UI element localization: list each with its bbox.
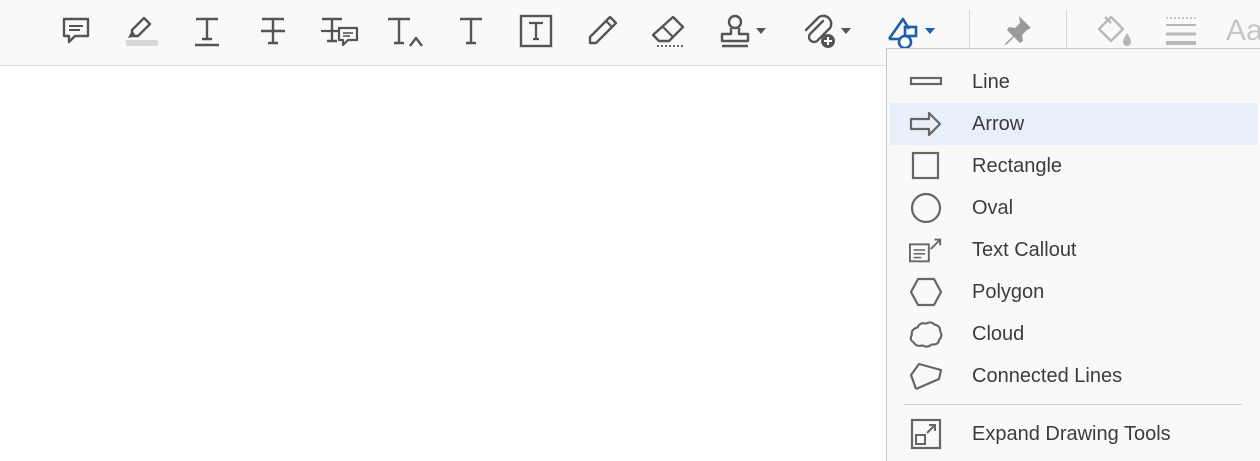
menu-item-oval[interactable]: Oval — [890, 187, 1258, 229]
menu-item-cloud[interactable]: Cloud — [890, 313, 1258, 355]
chevron-down-icon — [756, 28, 766, 34]
menu-item-label: Oval — [972, 196, 1014, 219]
menu-item-text-callout[interactable]: Text Callout — [890, 229, 1258, 271]
chevron-down-icon — [925, 28, 935, 34]
underline-text-icon[interactable] — [186, 8, 228, 54]
text-box-icon[interactable] — [514, 8, 558, 54]
menu-item-label: Polygon — [972, 280, 1045, 303]
stamp-icon[interactable] — [714, 8, 770, 54]
line-icon — [909, 65, 943, 99]
drawing-tools-menu: Line Arrow Rectangle Oval Text Callout P… — [886, 48, 1260, 461]
insert-text-icon[interactable] — [382, 8, 428, 54]
rectangle-icon — [909, 149, 943, 183]
menu-item-label: Line — [972, 70, 1010, 93]
oval-icon — [909, 191, 943, 225]
replace-text-icon[interactable] — [316, 8, 362, 54]
chevron-down-icon — [841, 28, 851, 34]
text-callout-icon — [909, 233, 943, 267]
menu-item-connected-lines[interactable]: Connected Lines — [890, 355, 1258, 397]
strikethrough-icon[interactable] — [252, 8, 294, 54]
expand-icon — [909, 417, 943, 451]
menu-item-polygon[interactable]: Polygon — [890, 271, 1258, 313]
highlight-icon[interactable] — [120, 8, 162, 54]
menu-divider — [904, 404, 1242, 405]
menu-item-rectangle[interactable]: Rectangle — [890, 145, 1258, 187]
menu-item-label: Connected Lines — [972, 364, 1123, 387]
comment-icon[interactable] — [56, 8, 96, 54]
menu-item-line[interactable]: Line — [890, 61, 1258, 103]
polygon-icon — [909, 275, 943, 309]
eraser-icon[interactable] — [646, 8, 690, 54]
menu-item-expand-drawing-tools[interactable]: Expand Drawing Tools — [890, 413, 1258, 455]
menu-item-arrow[interactable]: Arrow — [890, 103, 1258, 145]
menu-item-label: Expand Drawing Tools — [972, 422, 1171, 445]
toolbar-separator — [969, 10, 970, 52]
menu-item-label: Text Callout — [972, 238, 1077, 261]
menu-item-label: Cloud — [972, 322, 1025, 345]
connected-lines-icon — [909, 359, 943, 393]
pencil-icon[interactable] — [580, 8, 624, 54]
toolbar-separator — [1066, 10, 1067, 52]
menu-item-label: Rectangle — [972, 154, 1063, 177]
cloud-icon — [909, 317, 943, 351]
arrow-icon — [909, 107, 943, 141]
font-label: Aa — [1226, 14, 1260, 47]
attach-file-icon[interactable] — [798, 8, 854, 54]
menu-item-label: Arrow — [972, 112, 1025, 135]
add-text-icon[interactable] — [450, 8, 492, 54]
